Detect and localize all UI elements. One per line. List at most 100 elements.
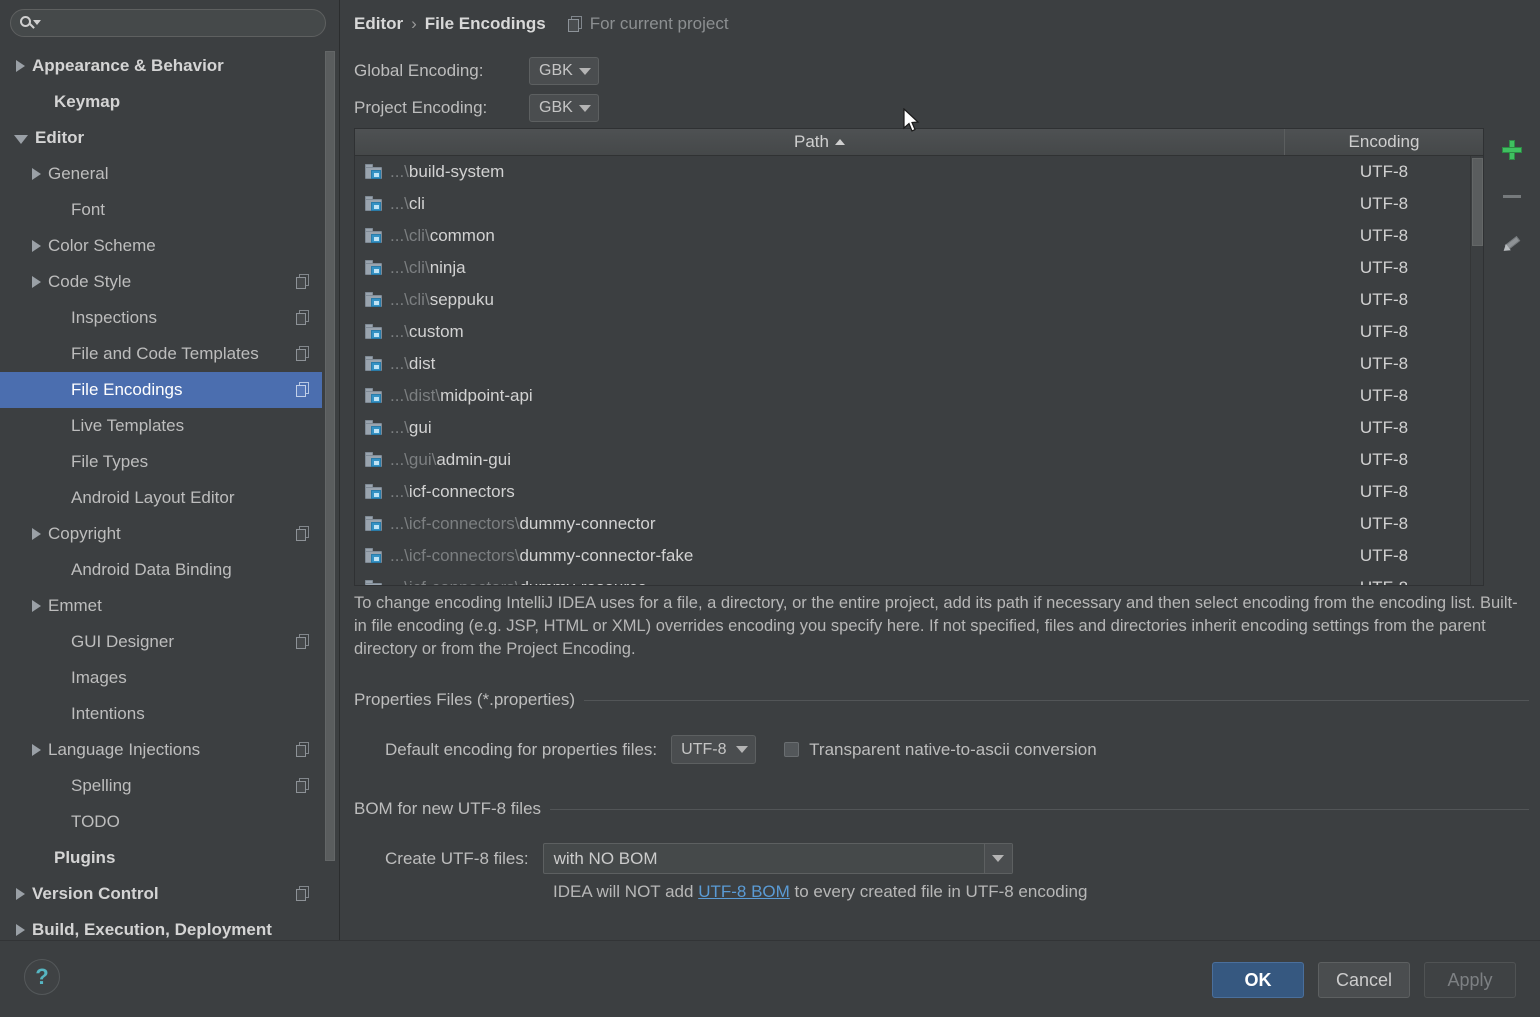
sidebar-item-color-scheme[interactable]: Color Scheme xyxy=(0,228,322,264)
transparent-conversion-checkbox-row[interactable]: Transparent native-to-ascii conversion xyxy=(784,740,1097,760)
sidebar-item-copyright[interactable]: Copyright xyxy=(0,516,322,552)
table-cell-encoding[interactable]: UTF-8 xyxy=(1285,578,1483,585)
remove-path-button[interactable] xyxy=(1497,181,1527,211)
table-cell-encoding[interactable]: UTF-8 xyxy=(1285,450,1483,470)
create-utf8-dropdown[interactable]: with NO BOM xyxy=(542,843,1013,874)
search-box[interactable] xyxy=(10,9,326,37)
chevron-right-icon[interactable] xyxy=(32,240,41,252)
table-row[interactable]: ...\ icf-connectors UTF-8 xyxy=(355,476,1483,508)
bom-note: IDEA will NOT add UTF-8 BOM to every cre… xyxy=(553,882,1087,902)
transparent-conversion-checkbox[interactable] xyxy=(784,742,800,757)
sidebar-item-version-control[interactable]: Version Control xyxy=(0,876,322,912)
chevron-right-icon[interactable] xyxy=(16,924,25,936)
path-name: dummy-connector-fake xyxy=(519,546,694,565)
sidebar-item-code-style[interactable]: Code Style xyxy=(0,264,322,300)
table-row[interactable]: ...\ icf-connectors\ dummy-connector-fake U… xyxy=(355,540,1483,572)
table-scrollbar-thumb[interactable] xyxy=(1472,158,1483,246)
cancel-button[interactable]: Cancel xyxy=(1318,962,1410,998)
table-row[interactable]: ...\ icf-connectors\ dummy-connector UTF-8 xyxy=(355,508,1483,540)
table-cell-encoding[interactable]: UTF-8 xyxy=(1285,290,1483,310)
sidebar-item-live-templates[interactable]: Live Templates xyxy=(0,408,322,444)
path-prefix: ...\ xyxy=(390,354,409,373)
sidebar-item-keymap[interactable]: Keymap xyxy=(0,84,322,120)
sidebar-item-appearance-behavior[interactable]: Appearance & Behavior xyxy=(0,48,322,84)
sidebar-item-label: Color Scheme xyxy=(48,236,156,255)
table-cell-encoding[interactable]: UTF-8 xyxy=(1285,226,1483,246)
ok-button[interactable]: OK xyxy=(1212,962,1304,998)
table-cell-encoding[interactable]: UTF-8 xyxy=(1285,418,1483,438)
table-cell-encoding[interactable]: UTF-8 xyxy=(1285,386,1483,406)
sidebar-scrollbar-thumb[interactable] xyxy=(325,51,335,861)
sidebar-item-label: Editor xyxy=(35,128,85,147)
path-parent: icf-connectors\ xyxy=(408,514,520,533)
sidebar-item-plugins[interactable]: Plugins xyxy=(0,840,322,876)
default-properties-encoding-dropdown[interactable]: UTF-8 xyxy=(671,735,757,764)
sidebar-item-spelling[interactable]: Spelling xyxy=(0,768,322,804)
sidebar-item-emmet[interactable]: Emmet xyxy=(0,588,322,624)
table-row[interactable]: ...\ cli UTF-8 xyxy=(355,188,1483,220)
sidebar-item-images[interactable]: Images xyxy=(0,660,322,696)
table-row[interactable]: ...\ cli\ common UTF-8 xyxy=(355,220,1483,252)
path-prefix: ...\ xyxy=(390,290,409,309)
column-header-encoding[interactable]: Encoding xyxy=(1285,129,1483,155)
sidebar-item-language-injections[interactable]: Language Injections xyxy=(0,732,322,768)
table-row[interactable]: ...\ gui UTF-8 xyxy=(355,412,1483,444)
table-row[interactable]: ...\ build-system UTF-8 xyxy=(355,156,1483,188)
folder-icon xyxy=(365,356,384,372)
table-cell-encoding[interactable]: UTF-8 xyxy=(1285,482,1483,502)
table-cell-encoding[interactable]: UTF-8 xyxy=(1285,546,1483,566)
chevron-right-icon[interactable] xyxy=(32,276,41,288)
sidebar-item-todo[interactable]: TODO xyxy=(0,804,322,840)
chevron-right-icon[interactable] xyxy=(16,60,25,72)
search-field[interactable] xyxy=(10,9,326,37)
path-parent: cli\ xyxy=(408,290,430,309)
table-cell-encoding[interactable]: UTF-8 xyxy=(1285,162,1483,182)
apply-button[interactable]: Apply xyxy=(1424,962,1516,998)
sidebar-item-gui-designer[interactable]: GUI Designer xyxy=(0,624,322,660)
help-button[interactable]: ? xyxy=(24,959,60,995)
dropdown-arrow-button[interactable] xyxy=(983,844,1012,873)
table-cell-encoding[interactable]: UTF-8 xyxy=(1285,322,1483,342)
table-cell-encoding[interactable]: UTF-8 xyxy=(1285,258,1483,278)
table-cell-encoding[interactable]: UTF-8 xyxy=(1285,514,1483,534)
folder-icon xyxy=(365,580,384,585)
table-row[interactable]: ...\ gui\ admin-gui UTF-8 xyxy=(355,444,1483,476)
sidebar-scrollbar[interactable] xyxy=(324,46,335,940)
global-encoding-dropdown[interactable]: GBK xyxy=(529,57,599,85)
sidebar-item-android-data-binding[interactable]: Android Data Binding xyxy=(0,552,322,588)
table-row[interactable]: ...\ custom UTF-8 xyxy=(355,316,1483,348)
folder-icon xyxy=(365,324,384,340)
utf8-bom-link[interactable]: UTF-8 BOM xyxy=(698,882,790,901)
table-cell-encoding[interactable]: UTF-8 xyxy=(1285,354,1483,374)
table-row[interactable]: ...\ dist UTF-8 xyxy=(355,348,1483,380)
table-row[interactable]: ...\icf-connectors\dummy-resourceUTF-8 xyxy=(355,572,1483,585)
edit-path-button[interactable] xyxy=(1497,227,1527,257)
project-encoding-dropdown[interactable]: GBK xyxy=(529,94,599,122)
sidebar-item-android-layout-editor[interactable]: Android Layout Editor xyxy=(0,480,322,516)
sidebar-item-general[interactable]: General xyxy=(0,156,322,192)
table-row[interactable]: ...\ cli\ ninja UTF-8 xyxy=(355,252,1483,284)
breadcrumb-parent[interactable]: Editor xyxy=(354,14,403,34)
sidebar-item-file-encodings[interactable]: File Encodings xyxy=(0,372,322,408)
chevron-down-icon[interactable] xyxy=(14,135,28,144)
add-path-button[interactable] xyxy=(1497,135,1527,165)
chevron-right-icon[interactable] xyxy=(32,744,41,756)
sidebar-item-inspections[interactable]: Inspections xyxy=(0,300,322,336)
search-input[interactable] xyxy=(41,15,325,31)
column-header-path[interactable]: Path xyxy=(355,129,1285,155)
table-cell-encoding[interactable]: UTF-8 xyxy=(1285,194,1483,214)
table-scrollbar[interactable] xyxy=(1470,156,1483,585)
chevron-right-icon[interactable] xyxy=(16,888,25,900)
sidebar-item-file-and-code-templates[interactable]: File and Code Templates xyxy=(0,336,322,372)
sidebar-item-file-types[interactable]: File Types xyxy=(0,444,322,480)
table-row[interactable]: ...\ dist\ midpoint-api UTF-8 xyxy=(355,380,1483,412)
sidebar-item-build-execution-deployment[interactable]: Build, Execution, Deployment xyxy=(0,912,322,940)
sidebar-item-label: Keymap xyxy=(54,92,121,111)
sidebar-item-editor[interactable]: Editor xyxy=(0,120,322,156)
chevron-right-icon[interactable] xyxy=(32,600,41,612)
table-row[interactable]: ...\ cli\ seppuku UTF-8 xyxy=(355,284,1483,316)
sidebar-item-intentions[interactable]: Intentions xyxy=(0,696,322,732)
sidebar-item-font[interactable]: Font xyxy=(0,192,322,228)
chevron-right-icon[interactable] xyxy=(32,528,41,540)
chevron-right-icon[interactable] xyxy=(32,168,41,180)
